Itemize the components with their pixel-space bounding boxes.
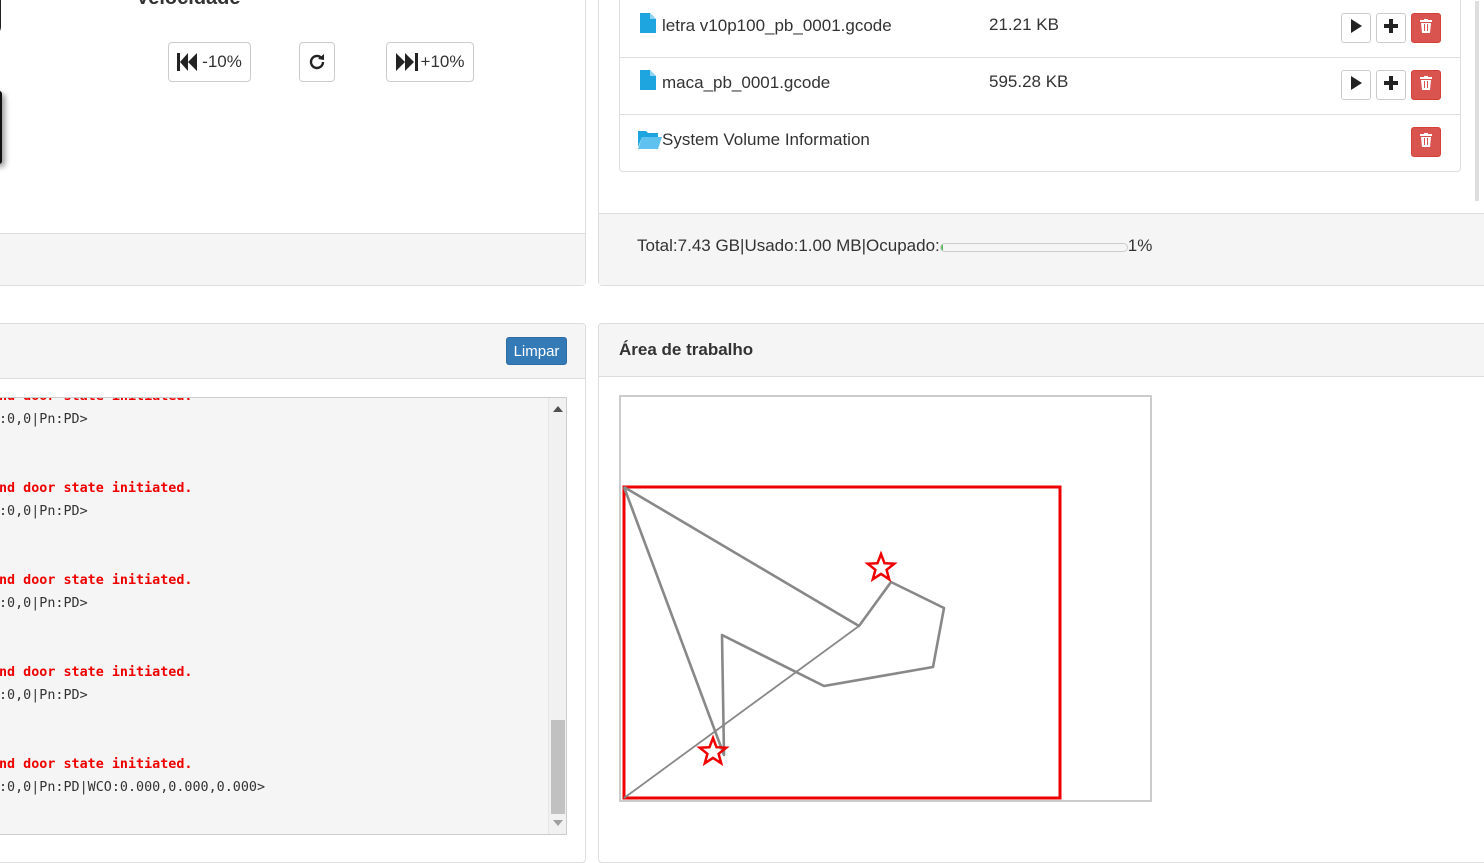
scroll-up-icon[interactable] — [549, 400, 566, 418]
log-blank-line — [0, 523, 546, 546]
add-file-button[interactable] — [1376, 70, 1406, 100]
storage-summary: Total: 7.43 GB | Usado: 1.00 MB | Ocupad… — [637, 236, 1152, 256]
log-blank-line — [0, 431, 546, 454]
occupied-progress-bar — [939, 242, 1128, 252]
page-scrollbar[interactable] — [1475, 1, 1479, 201]
trash-icon — [1420, 132, 1432, 152]
speed-dial-edge — [0, 0, 1, 35]
fast-forward-icon — [395, 53, 418, 71]
run-file-button[interactable] — [1341, 13, 1371, 43]
workspace-panel: Área de trabalho — [598, 323, 1484, 863]
console-heading: Limpar — [0, 324, 585, 379]
plus-icon — [1384, 75, 1398, 95]
console-scrollbar[interactable] — [548, 398, 566, 834]
folder-row: System Volume Information — [620, 115, 1460, 172]
used-value: 1.00 MB — [798, 236, 862, 255]
scroll-down-icon[interactable] — [549, 814, 566, 832]
status-display-edge — [0, 91, 2, 164]
file-row: letra v10p100_pb_0001.gcode 21.21 KB — [620, 1, 1460, 58]
log-status-line: :0,0|Pn:PD> — [0, 688, 88, 703]
files-panel: letra v10p100_pb_0001.gcode 21.21 KB mac… — [598, 0, 1484, 286]
star-icon — [696, 734, 730, 767]
work-area-drawing — [622, 485, 1062, 800]
log-alarm-line: nd door state initiated. — [0, 573, 193, 588]
file-icon — [640, 70, 656, 95]
log-status-line: :0,0|Pn:PD> — [0, 504, 88, 519]
file-name[interactable]: maca_pb_0001.gcode — [662, 73, 830, 93]
scroll-thumb[interactable] — [551, 720, 565, 814]
star-icon — [864, 550, 898, 583]
log-alarm-line: nd door state initiated. — [0, 398, 546, 408]
log-alarm-line: nd door state initiated. — [0, 481, 193, 496]
speed-panel-footer — [0, 233, 585, 285]
log-status-line: :0,0|Pn:PD> — [0, 412, 88, 427]
log-blank-line — [0, 707, 546, 730]
refresh-icon — [307, 52, 327, 72]
play-icon — [1350, 75, 1362, 95]
work-area-canvas[interactable] — [619, 395, 1152, 802]
log-blank-line — [0, 546, 546, 569]
file-name[interactable]: letra v10p100_pb_0001.gcode — [662, 16, 892, 36]
log-alarm-line: nd door state initiated. — [0, 665, 193, 680]
total-value: 7.43 GB — [677, 236, 741, 255]
add-file-button[interactable] — [1376, 13, 1406, 43]
run-file-button[interactable] — [1341, 70, 1371, 100]
delete-file-button[interactable] — [1411, 13, 1441, 43]
trash-icon — [1420, 75, 1432, 95]
delete-file-button[interactable] — [1411, 70, 1441, 100]
workspace-title: Área de trabalho — [619, 340, 754, 359]
console-panel: Limpar nd door state initiated. :0,0|Pn:P… — [0, 323, 586, 863]
file-size: 595.28 KB — [989, 72, 1069, 91]
folder-open-icon — [638, 129, 662, 154]
workspace-heading: Área de trabalho — [599, 324, 1484, 377]
speed-reset-button[interactable] — [299, 42, 335, 82]
file-size: 21.21 KB — [989, 15, 1059, 34]
delete-folder-button[interactable] — [1411, 127, 1441, 157]
fast-backward-icon — [177, 53, 199, 71]
travel-path — [623, 625, 860, 799]
file-row: maca_pb_0001.gcode 595.28 KB — [620, 58, 1460, 115]
console-log: nd door state initiated. :0,0|Pn:PD> nd do… — [0, 398, 546, 799]
speed-decrease-button[interactable]: -10% — [168, 42, 251, 82]
toolpath — [622, 485, 946, 757]
occupied-percent: 1% — [1127, 236, 1153, 255]
log-status-line: :0,0|Pn:PD> — [0, 596, 88, 611]
used-label: Usado: — [744, 236, 799, 255]
plus-icon — [1384, 18, 1398, 38]
console-output[interactable]: nd door state initiated. :0,0|Pn:PD> nd do… — [0, 397, 567, 835]
work-area-boundary — [622, 485, 1062, 800]
total-label: Total: — [637, 236, 678, 255]
occupied-label: Ocupado: — [866, 236, 940, 255]
log-blank-line — [0, 730, 546, 753]
speed-increase-button[interactable]: +10% — [386, 42, 474, 82]
speed-increase-label: +10% — [420, 52, 465, 71]
log-alarm-line: nd door state initiated. — [0, 757, 193, 772]
log-status-line: :0,0|Pn:PD|WCO:0.000,0.000,0.000> — [0, 780, 266, 795]
folder-name[interactable]: System Volume Information — [662, 130, 870, 150]
play-icon — [1350, 18, 1362, 38]
storage-footer: Total: 7.43 GB | Usado: 1.00 MB | Ocupad… — [599, 213, 1484, 285]
speed-decrease-label: -10% — [202, 52, 242, 71]
file-icon — [640, 13, 656, 38]
speed-title: Velocidade — [136, 0, 241, 10]
log-blank-line — [0, 454, 546, 477]
trash-icon — [1420, 18, 1432, 38]
speed-panel: Velocidade -10% +10% — [0, 0, 586, 286]
occupied-progress-fill — [940, 243, 943, 251]
log-blank-line — [0, 615, 546, 638]
clear-console-button[interactable]: Limpar — [506, 337, 567, 365]
log-blank-line — [0, 638, 546, 661]
file-list: letra v10p100_pb_0001.gcode 21.21 KB mac… — [619, 0, 1461, 172]
